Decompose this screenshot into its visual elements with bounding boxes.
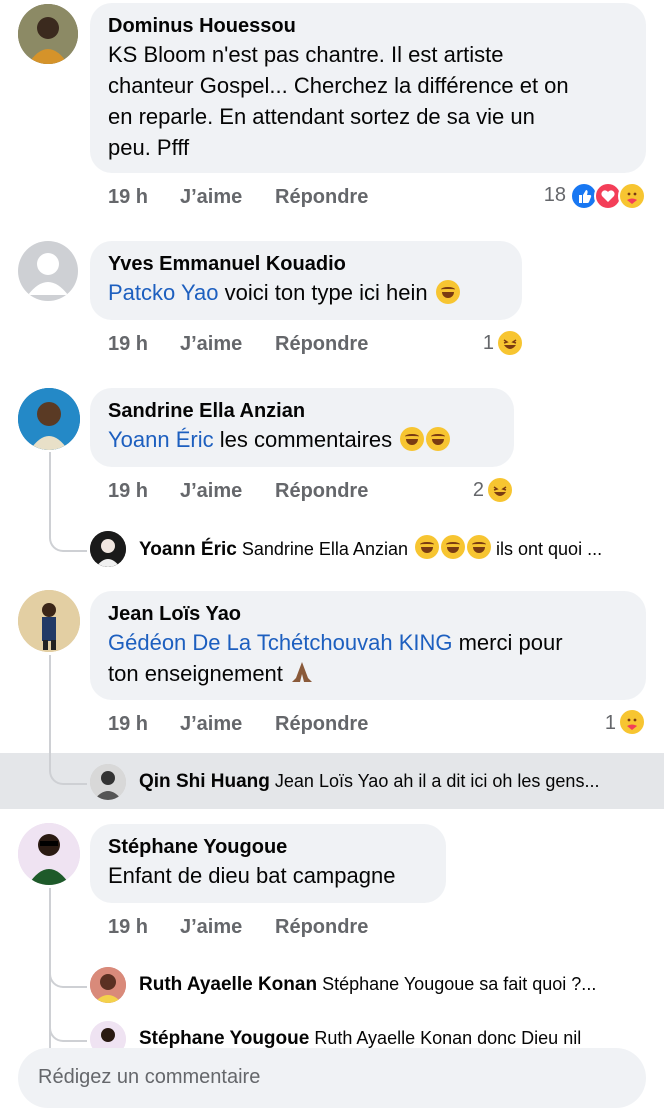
comment-text: Patcko Yao voici ton type ici hein (108, 277, 504, 308)
avatar[interactable] (18, 590, 80, 652)
care-icon (618, 182, 646, 210)
reaction-count[interactable]: 1 (592, 710, 616, 736)
reply-body: Sandrine Ella Anzian (241, 539, 408, 559)
comment-bubble: Stéphane Yougoue Enfant de dieu bat camp… (90, 824, 446, 903)
like-button[interactable]: J’aime (180, 914, 242, 940)
tears-of-joy-emoji (415, 535, 439, 559)
reply-body: Ruth Ayaelle Konan donc Dieu nil (314, 1028, 582, 1048)
avatar[interactable] (90, 967, 126, 1003)
like-button[interactable]: J’aime (180, 478, 242, 504)
grinning-sweat-emoji (426, 427, 451, 451)
grinning-sweat-emoji (400, 427, 425, 451)
reply-button[interactable]: Répondre (275, 331, 368, 357)
haha-icon (486, 476, 514, 504)
comment-text: en reparle. En attendant sortez de sa vi… (108, 104, 535, 129)
comment-actions: 19 h J’aime Répondre (108, 331, 408, 357)
comment-composer[interactable]: Rédigez un commentaire (18, 1048, 646, 1108)
comment-actions: 19 h J’aime Répondre (108, 914, 408, 940)
comment-author[interactable]: Dominus Houessou (108, 13, 628, 39)
comment-bubble: Sandrine Ella Anzian Yoann Éric les comm… (90, 388, 514, 467)
reply-text: Ruth Ayaelle Konan Stéphane Yougoue sa f… (139, 971, 649, 998)
comment-text: chanteur Gospel... Cherchez la différenc… (108, 73, 569, 98)
comment-time[interactable]: 19 h (108, 711, 148, 737)
tears-of-joy-emoji (441, 535, 465, 559)
thread-curve (49, 520, 87, 552)
comment-body: ton enseignement (108, 661, 283, 686)
mention-link[interactable]: Gédéon De La Tchétchouvah KING (108, 630, 452, 655)
reply-button[interactable]: Répondre (275, 711, 368, 737)
reply-text: Qin Shi Huang Jean Loïs Yao ah il a dit … (139, 768, 649, 795)
reply-author[interactable]: Ruth Ayaelle Konan (139, 974, 317, 995)
comment-author[interactable]: Stéphane Yougoue (108, 834, 428, 860)
comment-bubble: Dominus Houessou KS Bloom n'est pas chan… (90, 3, 646, 173)
reply-button[interactable]: Répondre (275, 184, 368, 210)
comment-time[interactable]: 19 h (108, 331, 148, 357)
reply-author[interactable]: Stéphane Yougoue (139, 1028, 309, 1049)
reaction-count[interactable]: 18 (530, 182, 566, 208)
reply-text: Yoann Éric Sandrine Ella Anzian ils ont … (139, 535, 649, 563)
tears-of-joy-emoji (435, 280, 460, 304)
avatar[interactable] (90, 764, 126, 800)
reaction-count[interactable]: 2 (460, 477, 484, 503)
comment-time[interactable]: 19 h (108, 914, 148, 940)
comment-author[interactable]: Sandrine Ella Anzian (108, 398, 496, 424)
thread-curve (49, 1010, 87, 1042)
thread-line (49, 655, 51, 765)
avatar[interactable] (18, 388, 80, 450)
reaction-count[interactable]: 1 (470, 330, 494, 356)
reply-preview[interactable]: Ruth Ayaelle Konan Stéphane Yougoue sa f… (0, 956, 664, 1012)
comment-actions: 19 h J’aime Répondre (108, 478, 408, 504)
thread-curve (49, 956, 87, 988)
comment-body: les commentaires (219, 427, 393, 452)
comment-bubble: Jean Loïs Yao Gédéon De La Tchétchouvah … (90, 591, 646, 700)
avatar[interactable] (90, 531, 126, 567)
comment-text: Enfant de dieu bat campagne (108, 863, 396, 888)
mention-link[interactable]: Yoann Éric (108, 427, 214, 452)
reply-preview[interactable]: Yoann Éric Sandrine Ella Anzian ils ont … (0, 520, 664, 576)
comment-bubble: Yves Emmanuel Kouadio Patcko Yao voici t… (90, 241, 522, 320)
reply-body: Stéphane Yougoue sa fait quoi ?... (322, 974, 597, 994)
reply-body: Jean Loïs Yao ah il a dit ici oh les gen… (274, 771, 600, 791)
mention-link[interactable]: Patcko Yao (108, 280, 218, 305)
comment-time[interactable]: 19 h (108, 184, 148, 210)
comment-body: merci pour (458, 630, 563, 655)
like-button[interactable]: J’aime (180, 184, 242, 210)
reply-button[interactable]: Répondre (275, 478, 368, 504)
comment-actions: 19 h J’aime Répondre (108, 711, 408, 737)
like-button[interactable]: J’aime (180, 331, 242, 357)
comment-text: KS Bloom n'est pas chantre. Il est artis… (108, 42, 504, 67)
thread-curve (49, 753, 87, 785)
comment-author[interactable]: Jean Loïs Yao (108, 601, 628, 627)
avatar[interactable] (18, 4, 78, 64)
comment-text: ton enseignement (108, 658, 628, 689)
reply-author[interactable]: Qin Shi Huang (139, 771, 270, 792)
reply-button[interactable]: Répondre (275, 914, 368, 940)
comment-text: Yoann Éric les commentaires (108, 424, 496, 455)
comment-actions: 19 h J’aime Répondre (108, 184, 408, 210)
reply-body: ils ont quoi ... (496, 539, 603, 559)
reply-preview[interactable]: Qin Shi Huang Jean Loïs Yao ah il a dit … (0, 753, 664, 809)
thread-line (49, 452, 51, 530)
avatar[interactable] (18, 241, 78, 301)
haha-icon (496, 329, 524, 357)
comment-time[interactable]: 19 h (108, 478, 148, 504)
composer-placeholder[interactable]: Rédigez un commentaire (38, 1066, 260, 1089)
tears-of-joy-emoji (467, 535, 491, 559)
like-button[interactable]: J’aime (180, 711, 242, 737)
avatar[interactable] (18, 823, 80, 885)
care-icon (618, 708, 646, 736)
comment-text: Gédéon De La Tchétchouvah KING merci pou… (108, 627, 628, 658)
reply-author[interactable]: Yoann Éric (139, 539, 237, 560)
comment-body: voici ton type ici hein (224, 280, 428, 305)
folded-hands-emoji (289, 660, 315, 684)
comment-author[interactable]: Yves Emmanuel Kouadio (108, 251, 504, 277)
comment-text: peu. Pfff (108, 135, 190, 160)
